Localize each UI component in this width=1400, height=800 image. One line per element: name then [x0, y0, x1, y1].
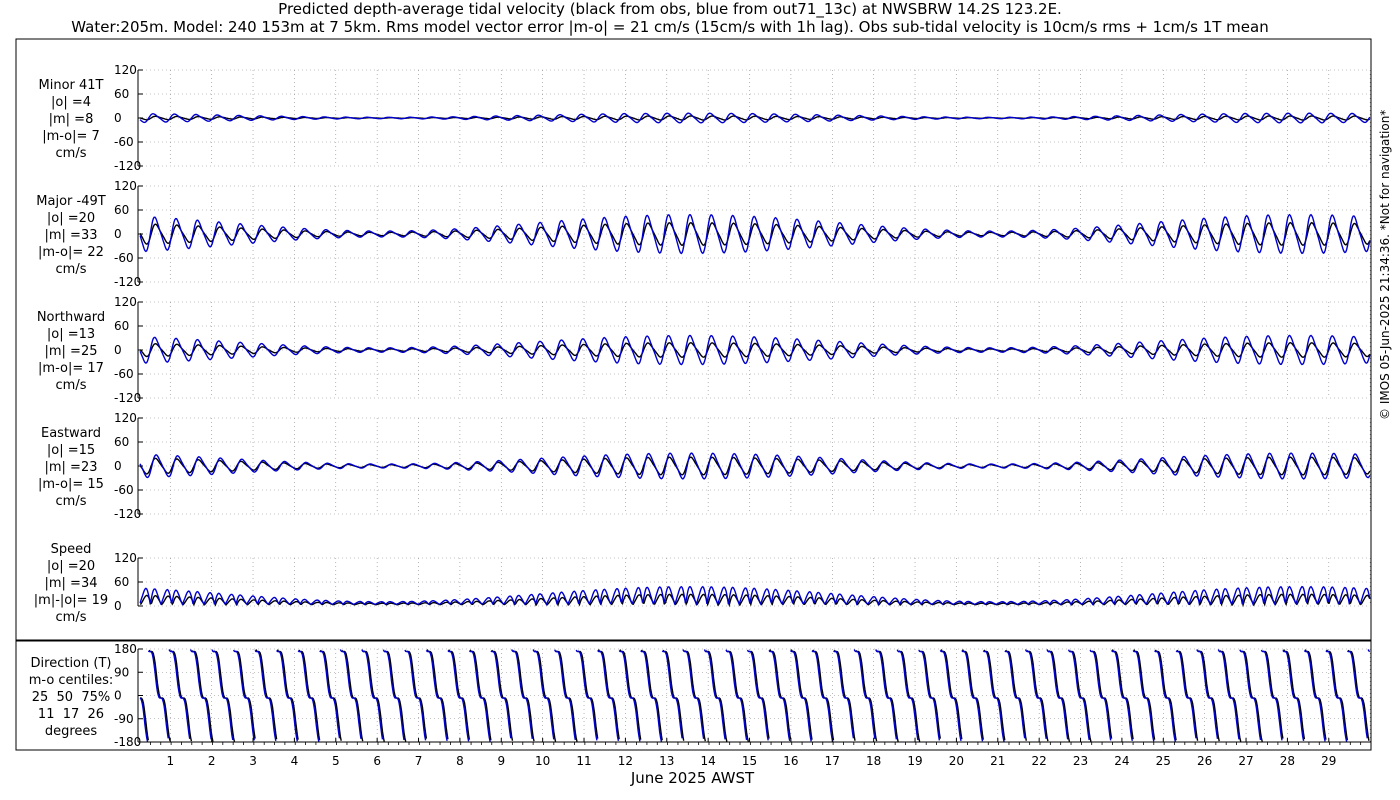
x-tick-label: 4	[291, 754, 299, 768]
panel-label-line: |m| =25	[44, 344, 98, 359]
panel-label-major: Major -49T |o| =20 |m| =33 |m-o|= 22 cm/s	[16, 193, 126, 278]
panel-label-line: |o| =13	[46, 327, 96, 342]
x-tick-label: 21	[990, 754, 1005, 768]
y-tick-label: 120	[114, 179, 137, 193]
x-tick-label: 13	[659, 754, 674, 768]
panel-label-line: |m-o|= 22	[38, 245, 104, 260]
panel-label-line: cm/s	[55, 494, 87, 509]
x-tick-label: 3	[249, 754, 257, 768]
x-tick-label: 14	[701, 754, 716, 768]
panel-label-line: cm/s	[55, 146, 87, 161]
panel-speed: 120600	[114, 551, 1371, 613]
panel-label-line: cm/s	[55, 262, 87, 277]
x-tick-label: 7	[415, 754, 423, 768]
panel-label-line: |o| =15	[46, 443, 96, 458]
panel-label-minor: Minor 41T |o| =4 |m| =8 |m-o|= 7 cm/s	[16, 77, 126, 162]
panel-label-line: 25 50 75%	[31, 690, 111, 705]
panel-label-line: Direction (T)	[30, 656, 112, 671]
panel-label-line: |o| =4	[50, 95, 91, 110]
panel-label-line: 11 17 26	[37, 707, 105, 722]
x-tick-label: 5	[332, 754, 340, 768]
panel-label-line: Northward	[36, 310, 106, 325]
x-tick-label: 16	[783, 754, 798, 768]
x-tick-label: 26	[1197, 754, 1212, 768]
y-tick-label: 180	[114, 642, 137, 656]
x-tick-label: 25	[1156, 754, 1171, 768]
panel-major: 120600-60-120	[114, 179, 1371, 289]
panel-label-line: |m-o|= 7	[42, 129, 100, 144]
x-tick-label: 24	[1114, 754, 1129, 768]
panel-minor: 120600-60-120	[114, 63, 1371, 173]
panel-east: 120600-60-120	[114, 411, 1371, 521]
x-tick-label: 10	[535, 754, 550, 768]
panel-label-line: Speed	[50, 542, 92, 557]
panel-label-line: |o| =20	[46, 559, 96, 574]
panel-label-line: Eastward	[40, 426, 102, 441]
panel-label-line: |m| =34	[44, 576, 98, 591]
x-tick-label: 6	[373, 754, 381, 768]
panel-label-line: cm/s	[55, 378, 87, 393]
panel-label-line: |o| =20	[46, 211, 96, 226]
x-tick-label: 17	[825, 754, 840, 768]
panel-label-line: |m-o|= 15	[38, 477, 104, 492]
panel-label-line: Minor 41T	[38, 78, 104, 93]
panel-label-north: Northward |o| =13 |m| =25 |m-o|= 17 cm/s	[16, 309, 126, 394]
x-tick-label: 28	[1280, 754, 1295, 768]
x-tick-label: 22	[1032, 754, 1047, 768]
x-tick-label: 23	[1073, 754, 1088, 768]
panel-label-line: |m| =8	[48, 112, 94, 127]
upper-frame	[15, 38, 1372, 641]
panel-label-east: Eastward |o| =15 |m| =23 |m-o|= 15 cm/s	[16, 425, 126, 510]
x-tick-label: 8	[456, 754, 464, 768]
panel-label-line: cm/s	[55, 610, 87, 625]
y-tick-label: 120	[114, 295, 137, 309]
x-axis-label: June 2025 AWST	[630, 769, 755, 787]
y-tick-label: 120	[114, 411, 137, 425]
panel-label-line: Major -49T	[36, 194, 106, 209]
panel-label-line: |m| =23	[44, 460, 98, 475]
y-tick-label: 120	[114, 63, 137, 77]
x-tick-label: 2	[208, 754, 216, 768]
x-tick-label: 12	[618, 754, 633, 768]
x-tick-label: 19	[907, 754, 922, 768]
panel-label-line: m-o centiles:	[28, 673, 114, 688]
chart-figure: 120600-60-120120600-60-120120600-60-1201…	[15, 38, 1372, 768]
footer-copyright: © IMOS 05-Jun-2025 21:34:36. *Not for na…	[1378, 109, 1392, 420]
x-tick-label: 11	[576, 754, 591, 768]
x-tick-label: 15	[742, 754, 757, 768]
x-tick-label: 20	[949, 754, 964, 768]
panel-label-line: |m-o|= 17	[38, 361, 104, 376]
panel-label-line: |m|-|o|= 19	[33, 593, 109, 608]
panel-label-line: |m| =33	[44, 228, 98, 243]
x-tick-label: 18	[866, 754, 881, 768]
x-tick-label: 29	[1321, 754, 1336, 768]
panel-north: 120600-60-120	[114, 295, 1371, 405]
x-tick-label: 1	[166, 754, 174, 768]
panel-direction: 180900-90-180	[114, 642, 1371, 749]
x-tick-label: 9	[497, 754, 505, 768]
panel-label-speed: Speed |o| =20 |m| =34 |m|-|o|= 19 cm/s	[16, 541, 126, 626]
x-tick-label: 27	[1238, 754, 1253, 768]
panel-label-direction: Direction (T) m-o centiles: 25 50 75% 11 17…	[16, 655, 126, 740]
panel-label-line: degrees	[44, 724, 98, 739]
